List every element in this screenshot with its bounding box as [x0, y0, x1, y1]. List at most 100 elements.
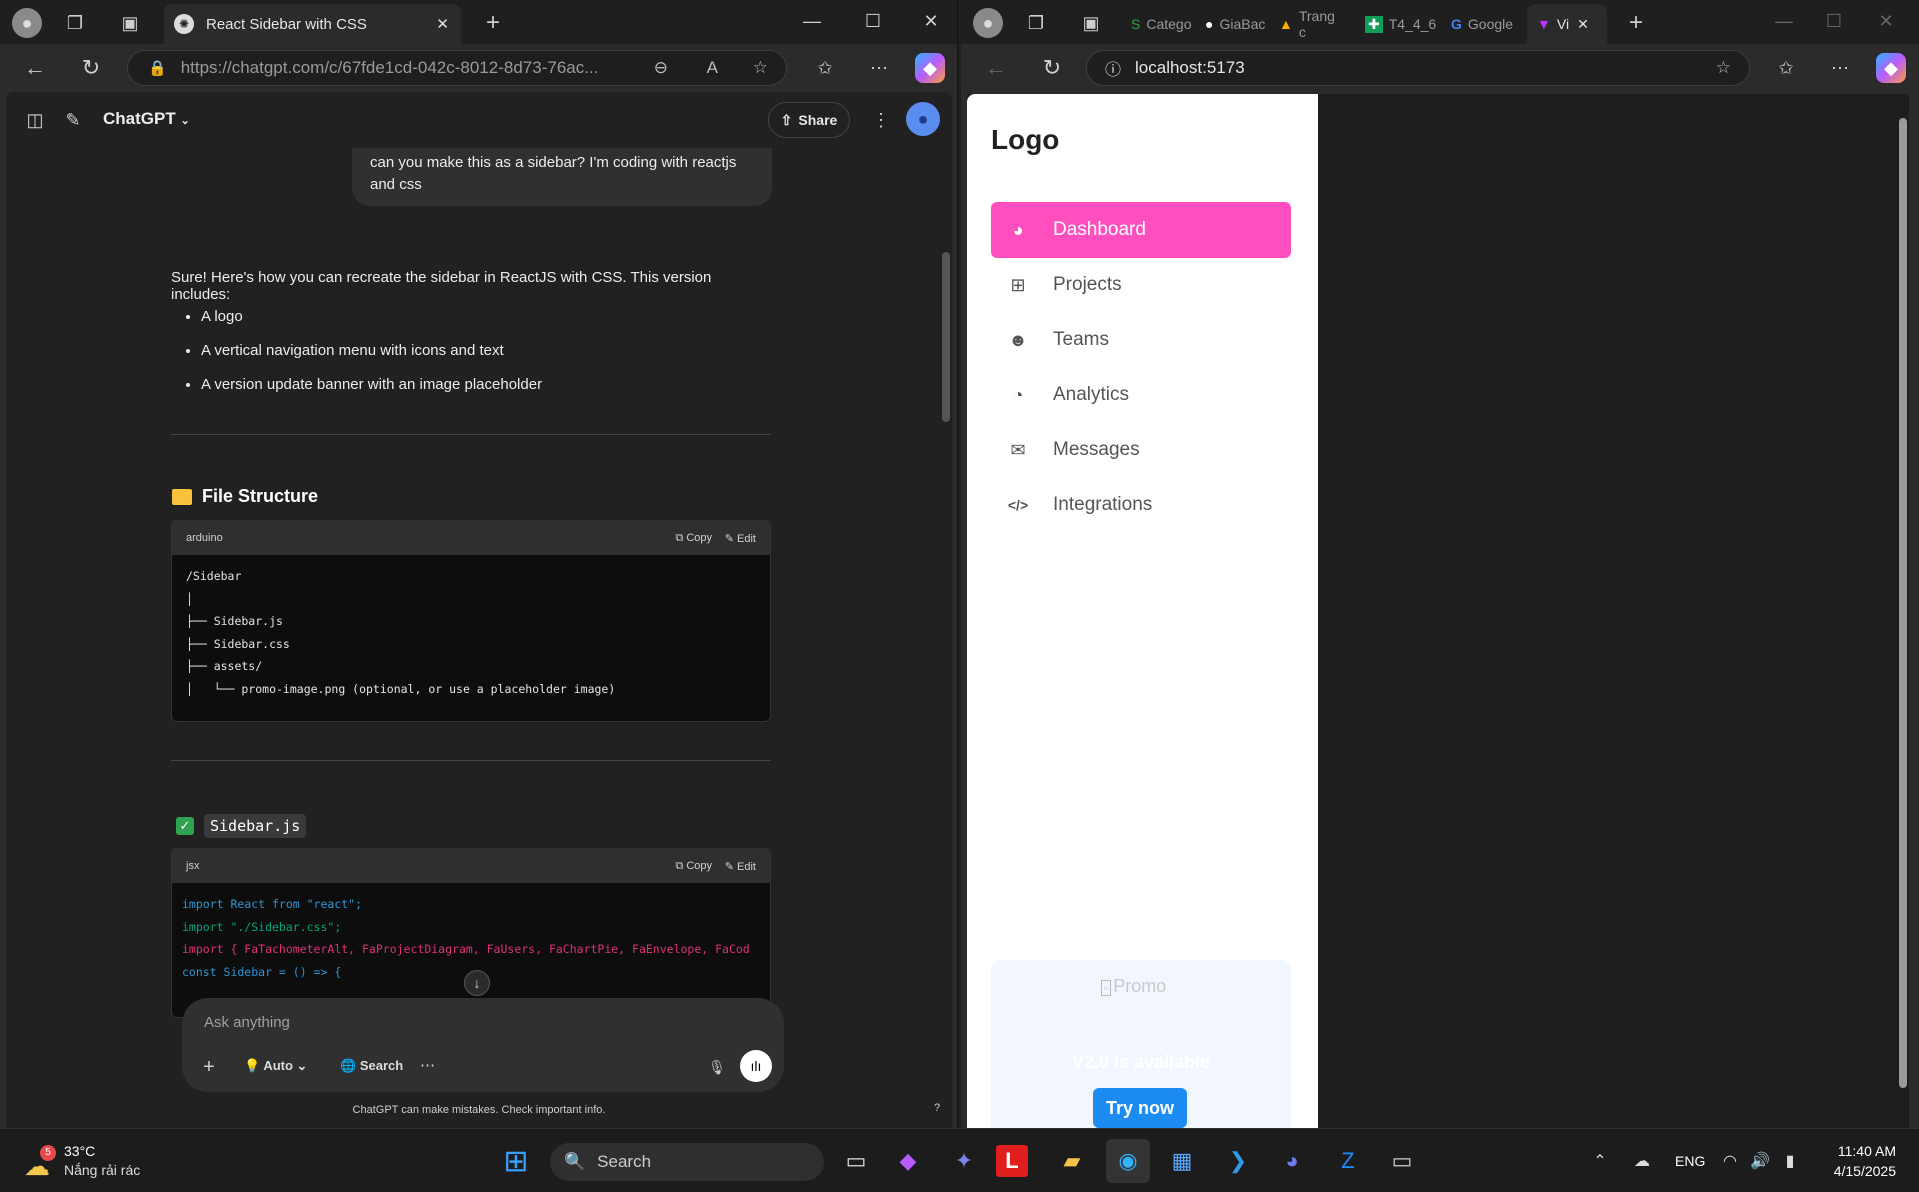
profile-icon[interactable]: ●: [973, 8, 1003, 38]
back-icon[interactable]: ←: [20, 53, 50, 83]
read-aloud-icon[interactable]: A: [707, 58, 718, 78]
tab[interactable]: ✚ T4_4_6: [1355, 4, 1439, 44]
teams-icon[interactable]: ✦: [942, 1139, 986, 1183]
workspaces-icon[interactable]: ❐: [60, 8, 90, 38]
code-lang: jsx: [186, 860, 200, 872]
scroll-down-icon[interactable]: ↓: [464, 970, 490, 996]
maximize-icon[interactable]: ☐: [1819, 6, 1849, 36]
url-field[interactable]: ⓘ localhost:5173 ☆: [1086, 50, 1750, 86]
nav-item-projects[interactable]: ⊞ Projects: [991, 257, 1291, 313]
search-button[interactable]: 🌐 Search: [340, 1058, 403, 1074]
microphone-icon[interactable]: 🎙: [704, 1054, 730, 1080]
tab[interactable]: S Catego: [1121, 4, 1193, 44]
search-icon: 🔍: [564, 1152, 586, 1171]
new-tab-icon[interactable]: +: [478, 8, 508, 38]
help-icon[interactable]: ?: [934, 1102, 940, 1114]
avatar[interactable]: ●: [906, 102, 940, 136]
url-text: localhost:5173: [1135, 58, 1245, 77]
copilot-app-icon[interactable]: ◆: [886, 1139, 930, 1183]
start-icon[interactable]: ⊞: [494, 1139, 538, 1183]
scrollbar[interactable]: [1897, 96, 1909, 1128]
tab-actions-icon[interactable]: ▣: [115, 8, 145, 38]
terminal-icon[interactable]: ▭: [1380, 1139, 1424, 1183]
url-field[interactable]: 🔒 https://chatgpt.com/c/67fde1cd-042c-80…: [127, 50, 787, 86]
edit-button[interactable]: ✎ Edit: [725, 860, 756, 873]
nav-item-messages[interactable]: ✉ Messages: [991, 422, 1291, 478]
minimize-icon[interactable]: —: [797, 6, 827, 36]
try-now-button[interactable]: Try now: [1093, 1088, 1187, 1128]
share-button[interactable]: ⇧ Share: [768, 102, 850, 138]
favorite-icon[interactable]: ☆: [753, 58, 768, 78]
zoom-icon[interactable]: ⊖: [654, 58, 668, 78]
attach-icon[interactable]: +: [196, 1054, 222, 1080]
discord-icon[interactable]: ◕: [1270, 1139, 1314, 1183]
close-tab-icon[interactable]: ✕: [1577, 16, 1589, 33]
more-icon[interactable]: ⋯: [1825, 53, 1855, 83]
copilot-icon[interactable]: ◆: [915, 53, 945, 83]
logo: Logo: [991, 124, 1060, 155]
drive-icon: ▲: [1279, 16, 1293, 32]
weather-widget[interactable]: ☁ 5: [24, 1145, 58, 1181]
nav-item-analytics[interactable]: ◔ Analytics: [991, 367, 1291, 423]
edit-button[interactable]: ✎ Edit: [725, 532, 756, 545]
clock-date[interactable]: 4/15/2025: [1816, 1163, 1896, 1179]
clock-time[interactable]: 11:40 AM: [1816, 1143, 1896, 1159]
list-item: A version update banner with an image pl…: [201, 368, 761, 402]
tab[interactable]: ● GiaBac: [1195, 4, 1267, 44]
new-tab-icon[interactable]: +: [1621, 8, 1651, 38]
tab[interactable]: G Google: [1441, 4, 1525, 44]
vscode-icon[interactable]: ❯: [1216, 1139, 1260, 1183]
taskbar-search[interactable]: 🔍 Search: [550, 1143, 824, 1181]
refresh-icon[interactable]: ↻: [1037, 53, 1067, 83]
nav-item-teams[interactable]: ☻ Teams: [991, 312, 1291, 368]
auto-button[interactable]: 💡 Auto ⌄: [244, 1058, 307, 1074]
nav-item-dashboard[interactable]: ◕ Dashboard: [991, 202, 1291, 258]
close-tab-icon[interactable]: ✕: [436, 15, 449, 33]
tab-active[interactable]: ✺ React Sidebar with CSS ✕: [164, 4, 461, 44]
prompt-input[interactable]: Ask anything: [204, 1014, 290, 1031]
copy-button[interactable]: ⧉ Copy: [675, 532, 712, 545]
scrollbar-thumb[interactable]: [942, 252, 950, 422]
sidebar: Logo ◕ Dashboard ⊞ Projects ☻ Teams ◔ An…: [967, 94, 1318, 1128]
scrollbar-thumb[interactable]: [1899, 118, 1907, 1088]
voice-mode-icon[interactable]: ılı: [740, 1050, 772, 1082]
tab[interactable]: ▲ Trang c: [1269, 4, 1353, 44]
back-icon[interactable]: ←: [981, 53, 1011, 83]
profile-icon[interactable]: ●: [12, 8, 42, 38]
new-chat-icon[interactable]: ✎: [58, 105, 88, 135]
file-explorer-icon[interactable]: ▰: [1050, 1139, 1094, 1183]
volume-icon[interactable]: 🔊: [1746, 1139, 1774, 1183]
tab-active[interactable]: ▼ Vi ✕: [1527, 4, 1607, 44]
minimize-icon[interactable]: —: [1769, 6, 1799, 36]
sidebar-toggle-icon[interactable]: ◫: [20, 105, 50, 135]
wifi-icon[interactable]: ◠: [1716, 1139, 1744, 1183]
favorites-icon[interactable]: ✩: [810, 53, 840, 83]
store-icon[interactable]: ▦: [1160, 1139, 1204, 1183]
code-line: import "./Sidebar.css";: [182, 919, 342, 934]
cloud-off-icon[interactable]: ☁: [1620, 1139, 1664, 1183]
app-name: ChatGPT: [103, 109, 176, 128]
close-window-icon[interactable]: ✕: [1871, 6, 1901, 36]
nav-item-integrations[interactable]: </> Integrations: [991, 477, 1291, 533]
model-selector[interactable]: ChatGPT ⌄: [103, 109, 190, 129]
favorite-icon[interactable]: ☆: [1716, 58, 1731, 78]
more-tools-icon[interactable]: ⋯: [420, 1056, 435, 1074]
chevron-up-icon[interactable]: ⌃: [1578, 1139, 1622, 1183]
favorites-icon[interactable]: ✩: [1771, 53, 1801, 83]
options-icon[interactable]: ⋮: [866, 105, 896, 135]
lingoes-icon[interactable]: L: [996, 1145, 1028, 1177]
copy-button[interactable]: ⧉ Copy: [675, 860, 712, 873]
close-window-icon[interactable]: ✕: [916, 6, 946, 36]
maximize-icon[interactable]: ☐: [858, 6, 888, 36]
folder-icon: [172, 488, 192, 505]
more-icon[interactable]: ⋯: [864, 53, 894, 83]
workspaces-icon[interactable]: ❐: [1021, 8, 1051, 38]
battery-icon[interactable]: ▮: [1776, 1139, 1804, 1183]
copilot-icon[interactable]: ◆: [1876, 53, 1906, 83]
task-view-icon[interactable]: ▭: [834, 1139, 878, 1183]
zalo-icon[interactable]: Z: [1326, 1139, 1370, 1183]
language-indicator[interactable]: ENG: [1675, 1153, 1705, 1169]
tab-actions-icon[interactable]: ▣: [1076, 8, 1106, 38]
refresh-icon[interactable]: ↻: [76, 53, 106, 83]
edge-icon[interactable]: ◉: [1106, 1139, 1150, 1183]
